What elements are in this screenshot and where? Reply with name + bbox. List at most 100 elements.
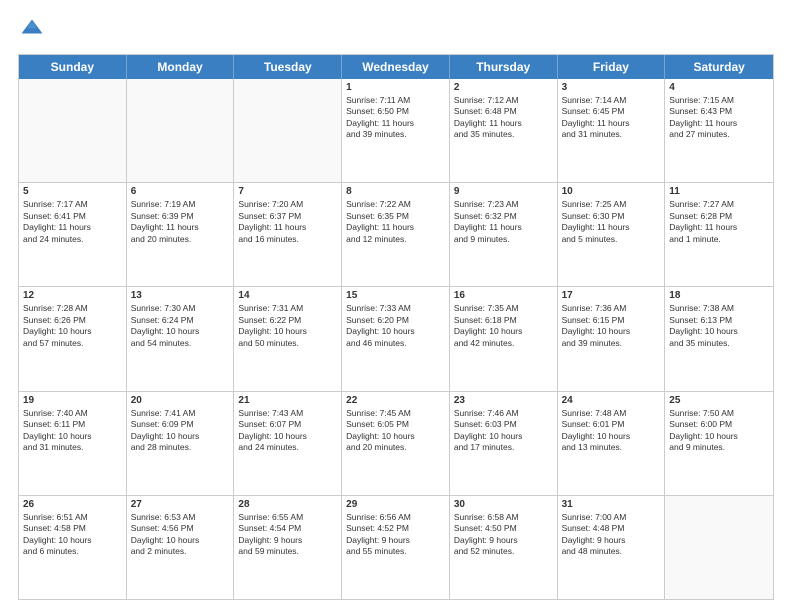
day-info: Sunrise: 7:48 AM Sunset: 6:01 PM Dayligh… [562, 408, 661, 454]
calendar-day-30: 30 Sunrise: 6:58 AM Sunset: 4:50 PM Dayli… [450, 496, 558, 599]
day-info: Sunrise: 7:41 AM Sunset: 6:09 PM Dayligh… [131, 408, 230, 454]
day-number: 28 [238, 499, 337, 510]
calendar-empty-cell [234, 79, 342, 182]
day-info: Sunrise: 7:14 AM Sunset: 6:45 PM Dayligh… [562, 95, 661, 141]
calendar-day-12: 12 Sunrise: 7:28 AM Sunset: 6:26 PM Dayli… [19, 287, 127, 390]
day-info: Sunrise: 7:35 AM Sunset: 6:18 PM Dayligh… [454, 303, 553, 349]
calendar-row: 26 Sunrise: 6:51 AM Sunset: 4:58 PM Dayli… [19, 495, 773, 599]
day-info: Sunrise: 6:55 AM Sunset: 4:54 PM Dayligh… [238, 512, 337, 558]
calendar-day-13: 13 Sunrise: 7:30 AM Sunset: 6:24 PM Dayli… [127, 287, 235, 390]
day-info: Sunrise: 7:30 AM Sunset: 6:24 PM Dayligh… [131, 303, 230, 349]
calendar-day-21: 21Sunrise: 7:43 AM Sunset: 6:07 PM Dayli… [234, 392, 342, 495]
calendar-day-4: 4 Sunrise: 7:15 AM Sunset: 6:43 PM Daylig… [665, 79, 773, 182]
calendar-day-6: 6Sunrise: 7:19 AM Sunset: 6:39 PM Daylig… [127, 183, 235, 286]
day-number: 11 [669, 186, 769, 197]
weekday-header: Saturday [665, 55, 773, 79]
day-info: Sunrise: 6:58 AM Sunset: 4:50 PM Dayligh… [454, 512, 553, 558]
weekday-header: Monday [127, 55, 235, 79]
day-number: 9 [454, 186, 553, 197]
day-number: 7 [238, 186, 337, 197]
day-info: Sunrise: 7:22 AM Sunset: 6:35 PM Dayligh… [346, 199, 445, 245]
calendar-day-8: 8Sunrise: 7:22 AM Sunset: 6:35 PM Daylig… [342, 183, 450, 286]
calendar-day-5: 5 Sunrise: 7:17 AM Sunset: 6:41 PM Daylig… [19, 183, 127, 286]
day-info: Sunrise: 7:45 AM Sunset: 6:05 PM Dayligh… [346, 408, 445, 454]
day-info: Sunrise: 7:20 AM Sunset: 6:37 PM Dayligh… [238, 199, 337, 245]
day-number: 13 [131, 290, 230, 301]
calendar-row: 5 Sunrise: 7:17 AM Sunset: 6:41 PM Daylig… [19, 182, 773, 286]
day-info: Sunrise: 7:28 AM Sunset: 6:26 PM Dayligh… [23, 303, 122, 349]
calendar-day-2: 2 Sunrise: 7:12 AM Sunset: 6:48 PM Daylig… [450, 79, 558, 182]
day-info: Sunrise: 7:50 AM Sunset: 6:00 PM Dayligh… [669, 408, 769, 454]
day-number: 6 [131, 186, 230, 197]
page-header [18, 16, 774, 44]
day-number: 23 [454, 395, 553, 406]
day-number: 30 [454, 499, 553, 510]
calendar-day-19: 19 Sunrise: 7:40 AM Sunset: 6:11 PM Dayli… [19, 392, 127, 495]
calendar-day-16: 16 Sunrise: 7:35 AM Sunset: 6:18 PM Dayli… [450, 287, 558, 390]
logo [18, 16, 50, 44]
day-number: 29 [346, 499, 445, 510]
calendar-empty-cell [665, 496, 773, 599]
day-number: 18 [669, 290, 769, 301]
day-info: Sunrise: 6:56 AM Sunset: 4:52 PM Dayligh… [346, 512, 445, 558]
day-info: Sunrise: 7:25 AM Sunset: 6:30 PM Dayligh… [562, 199, 661, 245]
day-number: 19 [23, 395, 122, 406]
day-number: 21 [238, 395, 337, 406]
day-info: Sunrise: 7:27 AM Sunset: 6:28 PM Dayligh… [669, 199, 769, 245]
calendar-day-23: 23 Sunrise: 7:46 AM Sunset: 6:03 PM Dayli… [450, 392, 558, 495]
calendar-day-15: 15Sunrise: 7:33 AM Sunset: 6:20 PM Dayli… [342, 287, 450, 390]
day-info: Sunrise: 7:40 AM Sunset: 6:11 PM Dayligh… [23, 408, 122, 454]
day-info: Sunrise: 7:12 AM Sunset: 6:48 PM Dayligh… [454, 95, 553, 141]
calendar-day-20: 20 Sunrise: 7:41 AM Sunset: 6:09 PM Dayli… [127, 392, 235, 495]
day-number: 31 [562, 499, 661, 510]
day-info: Sunrise: 7:17 AM Sunset: 6:41 PM Dayligh… [23, 199, 122, 245]
day-number: 17 [562, 290, 661, 301]
day-info: Sunrise: 6:53 AM Sunset: 4:56 PM Dayligh… [131, 512, 230, 558]
calendar-day-10: 10 Sunrise: 7:25 AM Sunset: 6:30 PM Dayli… [558, 183, 666, 286]
calendar-row: 19 Sunrise: 7:40 AM Sunset: 6:11 PM Dayli… [19, 391, 773, 495]
weekday-header: Wednesday [342, 55, 450, 79]
weekday-header: Tuesday [234, 55, 342, 79]
calendar-day-25: 25 Sunrise: 7:50 AM Sunset: 6:00 PM Dayli… [665, 392, 773, 495]
day-number: 26 [23, 499, 122, 510]
day-info: Sunrise: 7:00 AM Sunset: 4:48 PM Dayligh… [562, 512, 661, 558]
day-number: 24 [562, 395, 661, 406]
weekday-header: Sunday [19, 55, 127, 79]
calendar-day-29: 29 Sunrise: 6:56 AM Sunset: 4:52 PM Dayli… [342, 496, 450, 599]
day-number: 2 [454, 82, 553, 93]
day-number: 14 [238, 290, 337, 301]
day-number: 25 [669, 395, 769, 406]
day-number: 1 [346, 82, 445, 93]
calendar-day-26: 26 Sunrise: 6:51 AM Sunset: 4:58 PM Dayli… [19, 496, 127, 599]
day-info: Sunrise: 7:36 AM Sunset: 6:15 PM Dayligh… [562, 303, 661, 349]
calendar-day-22: 22 Sunrise: 7:45 AM Sunset: 6:05 PM Dayli… [342, 392, 450, 495]
day-number: 20 [131, 395, 230, 406]
calendar: SundayMondayTuesdayWednesdayThursdayFrid… [18, 54, 774, 600]
logo-icon [18, 16, 46, 44]
calendar-body: 1 Sunrise: 7:11 AM Sunset: 6:50 PM Daylig… [19, 79, 773, 599]
day-info: Sunrise: 7:15 AM Sunset: 6:43 PM Dayligh… [669, 95, 769, 141]
calendar-day-27: 27Sunrise: 6:53 AM Sunset: 4:56 PM Dayli… [127, 496, 235, 599]
calendar-day-18: 18 Sunrise: 7:38 AM Sunset: 6:13 PM Dayli… [665, 287, 773, 390]
calendar-day-28: 28 Sunrise: 6:55 AM Sunset: 4:54 PM Dayli… [234, 496, 342, 599]
day-number: 5 [23, 186, 122, 197]
day-info: Sunrise: 7:46 AM Sunset: 6:03 PM Dayligh… [454, 408, 553, 454]
day-info: Sunrise: 6:51 AM Sunset: 4:58 PM Dayligh… [23, 512, 122, 558]
calendar-day-3: 3Sunrise: 7:14 AM Sunset: 6:45 PM Daylig… [558, 79, 666, 182]
day-number: 4 [669, 82, 769, 93]
day-info: Sunrise: 7:33 AM Sunset: 6:20 PM Dayligh… [346, 303, 445, 349]
day-number: 12 [23, 290, 122, 301]
calendar-empty-cell [19, 79, 127, 182]
day-info: Sunrise: 7:38 AM Sunset: 6:13 PM Dayligh… [669, 303, 769, 349]
calendar-day-9: 9Sunrise: 7:23 AM Sunset: 6:32 PM Daylig… [450, 183, 558, 286]
day-info: Sunrise: 7:31 AM Sunset: 6:22 PM Dayligh… [238, 303, 337, 349]
calendar-day-1: 1 Sunrise: 7:11 AM Sunset: 6:50 PM Daylig… [342, 79, 450, 182]
day-number: 16 [454, 290, 553, 301]
day-info: Sunrise: 7:11 AM Sunset: 6:50 PM Dayligh… [346, 95, 445, 141]
weekday-header: Friday [558, 55, 666, 79]
day-number: 10 [562, 186, 661, 197]
calendar-day-24: 24 Sunrise: 7:48 AM Sunset: 6:01 PM Dayli… [558, 392, 666, 495]
day-number: 22 [346, 395, 445, 406]
calendar-header: SundayMondayTuesdayWednesdayThursdayFrid… [19, 55, 773, 79]
calendar-day-17: 17 Sunrise: 7:36 AM Sunset: 6:15 PM Dayli… [558, 287, 666, 390]
